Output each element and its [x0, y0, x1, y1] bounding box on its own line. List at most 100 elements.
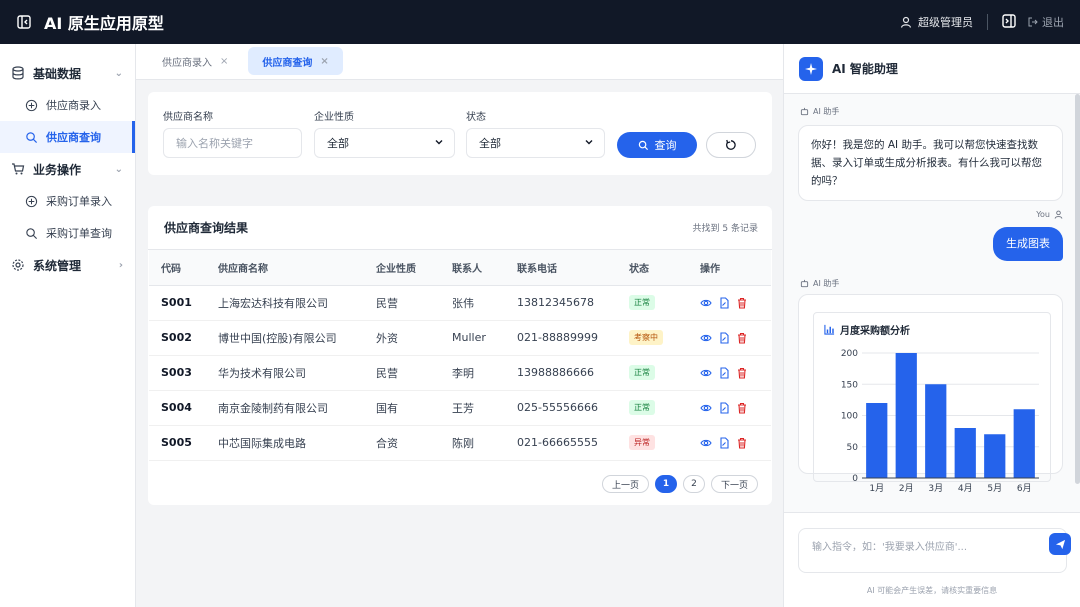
column-header: 联系电话	[517, 250, 629, 286]
reset-button[interactable]	[706, 132, 756, 158]
bar	[895, 353, 917, 478]
contact-person: Muller	[452, 320, 517, 356]
table-row: S001 上海宏达科技有限公司 民营 张伟 13812345678 正常	[149, 285, 771, 321]
sidebar-group-system[interactable]: 系统管理 ›	[0, 249, 135, 281]
query-button[interactable]: 查询	[617, 132, 697, 158]
status-cell: 正常	[629, 285, 700, 321]
supplier-name: 博世中国(控股)有限公司	[218, 320, 376, 356]
user-icon	[900, 16, 912, 28]
cart-icon	[12, 163, 25, 175]
x-tick-label: 1月	[869, 483, 884, 493]
chat-input-area: 输入指令，如：'我要录入供应商'... AI 可能会产生误差，请核实重要信息	[784, 512, 1080, 607]
user-label-text: You	[1036, 210, 1050, 219]
close-icon[interactable]: ×	[220, 56, 228, 67]
delete-icon[interactable]	[736, 332, 748, 344]
actions-cell	[700, 320, 771, 356]
delete-icon[interactable]	[736, 367, 748, 379]
sidebar-item-supplier-entry[interactable]: 供应商录入	[0, 89, 135, 121]
supplier-code: S003	[149, 355, 218, 391]
robot-icon	[800, 107, 809, 116]
assistant-label-text: AI 助手	[813, 279, 840, 288]
tab-supplier-entry[interactable]: 供应商录入 ×	[148, 47, 242, 75]
contact-phone: 13988886666	[517, 355, 629, 391]
company-type: 外资	[376, 320, 452, 356]
tab-supplier-query[interactable]: 供应商查询 ×	[248, 47, 343, 75]
chart-title-text: 月度采购额分析	[840, 326, 910, 337]
edit-icon[interactable]	[718, 331, 730, 344]
status-badge: 正常	[629, 365, 655, 380]
close-icon[interactable]: ×	[320, 56, 328, 67]
chart-title: 月度采购额分析	[824, 322, 910, 337]
supplier-name-input[interactable]: 输入名称关键字	[163, 128, 302, 158]
send-button[interactable]	[1049, 533, 1071, 555]
bar-chart: 0 50 100 150 200 1月 2月 3月 4月 5月 6月	[841, 349, 1039, 493]
column-header: 企业性质	[376, 250, 452, 286]
supplier-name: 上海宏达科技有限公司	[218, 285, 376, 321]
edit-icon[interactable]	[718, 296, 730, 309]
view-icon[interactable]	[700, 437, 712, 449]
chat-history: AI 助手 你好！我是您的 AI 助手。我可以帮您快速查找数据、录入订单或生成分…	[784, 94, 1080, 512]
assistant-label-text: AI 助手	[813, 107, 840, 116]
results-title: 供应商查询结果	[164, 221, 249, 235]
chevron-right-icon: ›	[118, 259, 123, 271]
tab-label: 供应商录入	[162, 57, 212, 69]
actions-cell	[700, 285, 771, 321]
sidebar-item-po-entry[interactable]: 采购订单录入	[0, 185, 135, 217]
y-tick-label: 200	[841, 349, 858, 359]
plus-circle-icon	[25, 99, 38, 111]
sidebar-toggle-icon[interactable]	[16, 14, 32, 30]
chevron-down-icon: ⌄	[114, 67, 123, 79]
edit-icon[interactable]	[718, 366, 730, 379]
database-icon	[12, 66, 24, 80]
x-tick-label: 6月	[1017, 483, 1032, 493]
sidebar-group-label: 系统管理	[33, 258, 82, 273]
column-header: 代码	[149, 250, 218, 286]
user-message: 生成图表	[993, 227, 1063, 261]
logout-label: 退出	[1042, 16, 1064, 29]
delete-icon[interactable]	[736, 437, 748, 449]
company-type-select[interactable]: 全部	[314, 128, 455, 158]
user-icon	[1054, 210, 1063, 219]
contact-person: 陈刚	[452, 425, 517, 461]
page-button[interactable]: 1	[654, 475, 677, 493]
delete-icon[interactable]	[736, 402, 748, 414]
y-tick-label: 0	[852, 474, 858, 484]
refresh-icon	[726, 139, 736, 150]
assistant-label: AI 助手	[800, 106, 839, 117]
sidebar-group-basic-data[interactable]: 基础数据 ⌄	[0, 57, 135, 89]
sidebar-group-business[interactable]: 业务操作 ⌄	[0, 153, 135, 185]
table-row: S003 华为技术有限公司 民营 李明 13988886666 正常	[149, 355, 771, 391]
user-menu[interactable]: 超级管理员	[900, 14, 973, 30]
delete-icon[interactable]	[736, 297, 748, 309]
status-badge: 正常	[629, 295, 655, 310]
sidebar-item-supplier-query[interactable]: 供应商查询	[0, 121, 135, 153]
x-tick-label: 4月	[958, 483, 973, 493]
view-icon[interactable]	[700, 297, 712, 309]
search-icon	[26, 227, 38, 239]
logout-icon	[1028, 17, 1038, 27]
view-icon[interactable]	[700, 332, 712, 344]
actions-cell	[700, 355, 771, 391]
sidebar-item-po-query[interactable]: 采购订单查询	[0, 217, 135, 249]
column-header: 操作	[700, 250, 771, 286]
x-tick-label: 5月	[987, 483, 1002, 493]
prev-page-button[interactable]: 上一页	[601, 475, 649, 493]
status-select[interactable]: 全部	[466, 128, 605, 158]
next-page-button[interactable]: 下一页	[710, 475, 758, 493]
page-button[interactable]: 2	[682, 475, 705, 493]
table-row: S005 中芯国际集成电路 合资 陈刚 021-66665555 异常	[149, 425, 771, 461]
supplier-name: 南京金陵制药有限公司	[218, 390, 376, 426]
view-icon[interactable]	[700, 367, 712, 379]
scrollbar[interactable]	[1075, 94, 1080, 484]
top-bar: AI 原生应用原型 超级管理员 退出	[0, 0, 1080, 44]
column-header: 状态	[629, 250, 700, 286]
view-icon[interactable]	[700, 402, 712, 414]
edit-icon[interactable]	[718, 401, 730, 414]
logout-button[interactable]: 退出	[1028, 14, 1064, 30]
edit-icon[interactable]	[718, 436, 730, 449]
bar	[925, 384, 947, 478]
chat-input[interactable]: 输入指令，如：'我要录入供应商'...	[798, 528, 1067, 573]
bar	[954, 428, 976, 478]
supplier-code: S005	[149, 425, 218, 461]
ai-panel-toggle-icon[interactable]	[1002, 13, 1016, 31]
